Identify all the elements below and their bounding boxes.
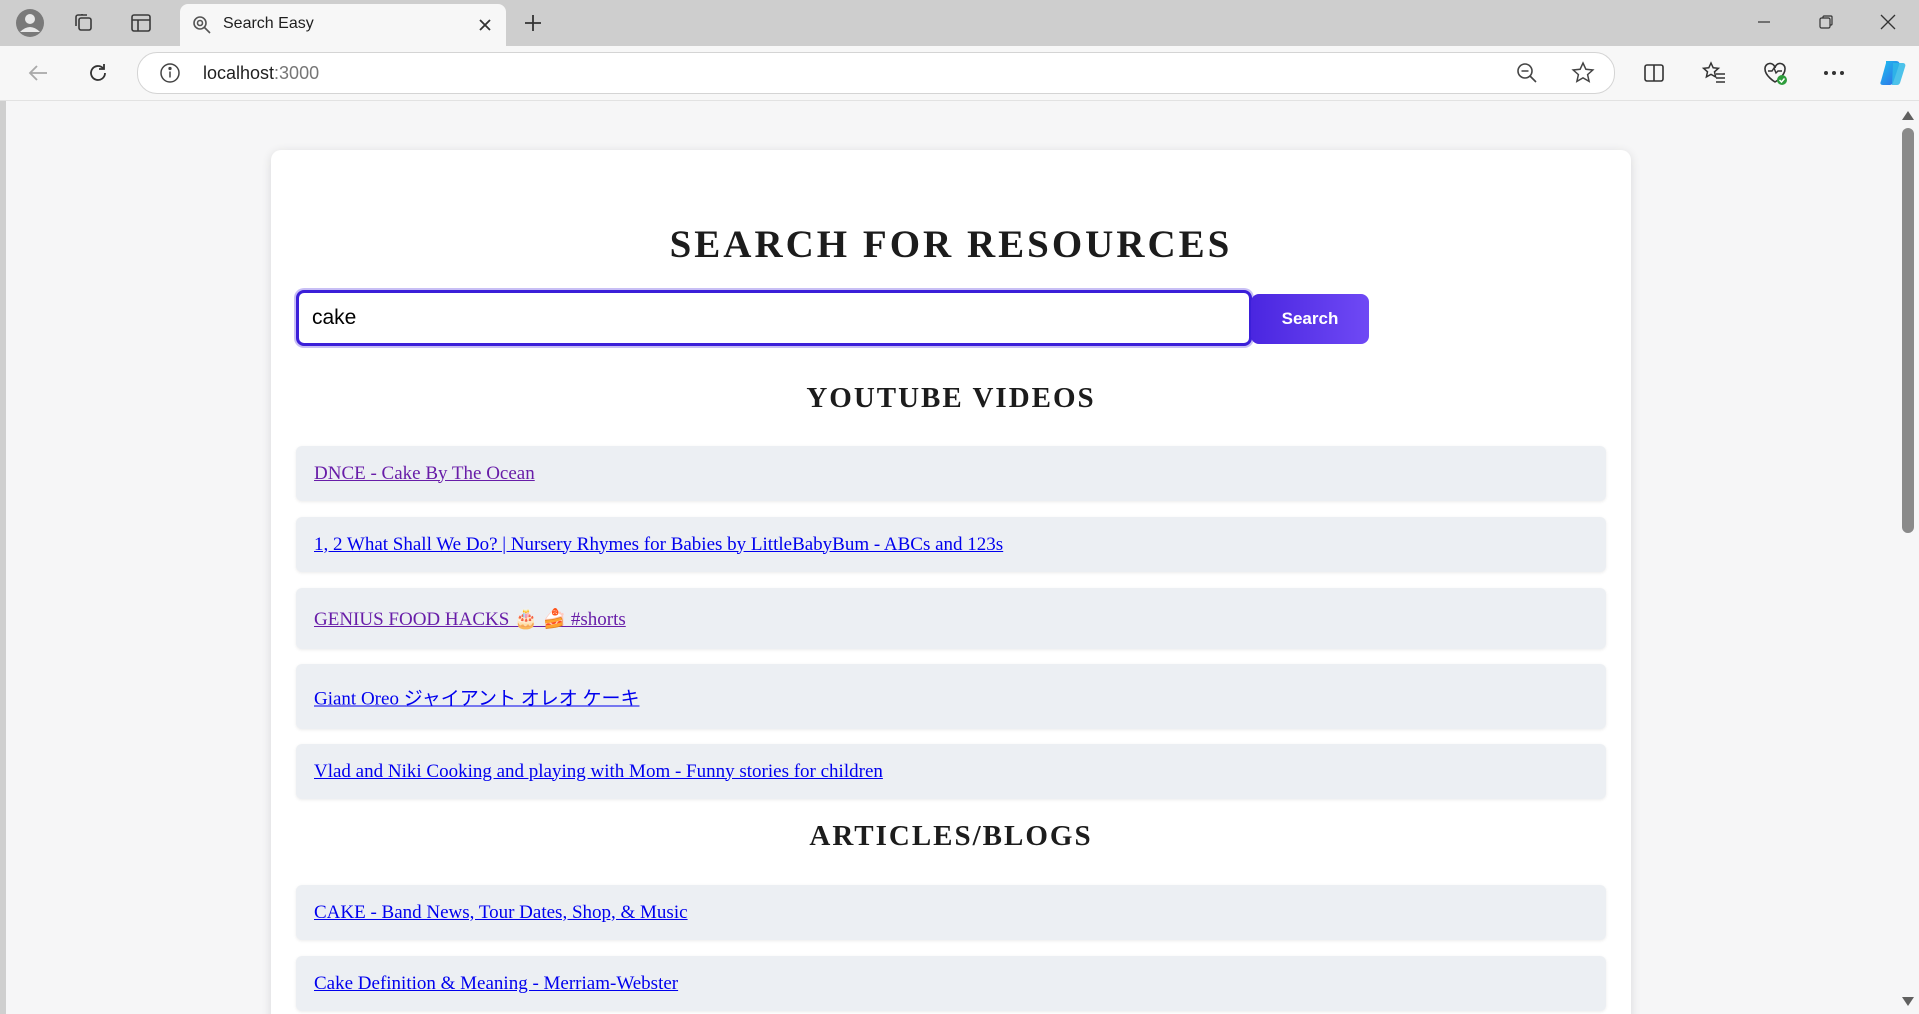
youtube-result-link[interactable]: GENIUS FOOD HACKS 🎂 🍰 #shorts <box>314 607 626 631</box>
youtube-result: GENIUS FOOD HACKS 🎂 🍰 #shorts <box>296 588 1606 649</box>
article-result-link[interactable]: CAKE - Band News, Tour Dates, Shop, & Mu… <box>314 902 688 924</box>
vertical-tabs-icon[interactable] <box>123 6 159 40</box>
scroll-down-arrow-icon[interactable] <box>1902 997 1914 1006</box>
scrollbar-thumb[interactable] <box>1902 128 1914 533</box>
favorites-icon[interactable] <box>1694 54 1734 92</box>
more-icon[interactable] <box>1814 54 1854 92</box>
info-icon[interactable] <box>158 61 182 85</box>
youtube-videos-heading: YOUTUBE VIDEOS <box>806 382 1096 414</box>
search-favicon-icon <box>190 13 214 37</box>
tab-search-easy[interactable]: Search Easy <box>180 4 506 46</box>
minimize-icon[interactable] <box>1733 0 1795 44</box>
copilot-icon[interactable] <box>1873 54 1913 92</box>
youtube-result-link[interactable]: 1, 2 What Shall We Do? | Nursery Rhymes … <box>314 534 1003 556</box>
split-screen-icon[interactable] <box>1634 54 1674 92</box>
zoom-out-icon[interactable] <box>1514 60 1540 86</box>
address-bar[interactable]: localhost:3000 <box>137 52 1615 94</box>
page-title: SEARCH FOR RESOURCES <box>669 223 1233 266</box>
article-result: CAKE - Band News, Tour Dates, Shop, & Mu… <box>296 885 1606 940</box>
youtube-result: Giant Oreo ジャイアント オレオ ケーキ <box>296 664 1606 729</box>
tab-strip: Search Easy <box>0 0 1919 46</box>
vertical-scrollbar[interactable] <box>1897 101 1919 1014</box>
close-icon[interactable] <box>472 12 498 38</box>
workspaces-icon[interactable] <box>66 6 102 40</box>
page-viewport: SEARCH FOR RESOURCES Search YOUTUBE VIDE… <box>6 101 1897 1014</box>
url-port: :3000 <box>274 63 320 83</box>
youtube-result-link[interactable]: Giant Oreo ジャイアント オレオ ケーキ <box>314 683 639 710</box>
search-button[interactable]: Search <box>1251 294 1369 344</box>
search-input[interactable] <box>296 290 1252 346</box>
youtube-result: DNCE - Cake By The Ocean <box>296 446 1606 501</box>
restore-icon[interactable] <box>1795 0 1857 44</box>
search-card: SEARCH FOR RESOURCES Search YOUTUBE VIDE… <box>271 150 1631 1014</box>
star-icon[interactable] <box>1570 60 1596 86</box>
back-arrow-icon[interactable] <box>18 54 58 92</box>
browser-window: Search Easy localhost:3000 SEARCH FOR RE… <box>0 0 1919 1014</box>
youtube-result: Vlad and Niki Cooking and playing with M… <box>296 744 1606 799</box>
url-text: localhost:3000 <box>203 63 319 84</box>
url-host: localhost <box>203 63 275 83</box>
refresh-icon[interactable] <box>78 54 118 92</box>
article-result-link[interactable]: Cake Definition & Meaning - Merriam-Webs… <box>314 973 678 995</box>
plus-icon[interactable] <box>515 6 551 40</box>
article-result: Cake Definition & Meaning - Merriam-Webs… <box>296 956 1606 1011</box>
scroll-up-arrow-icon[interactable] <box>1902 111 1914 120</box>
youtube-result-link[interactable]: Vlad and Niki Cooking and playing with M… <box>314 761 883 783</box>
youtube-result-link[interactable]: DNCE - Cake By The Ocean <box>314 463 535 485</box>
youtube-result: 1, 2 What Shall We Do? | Nursery Rhymes … <box>296 517 1606 572</box>
browser-essentials-icon[interactable] <box>1755 54 1795 92</box>
browser-toolbar: localhost:3000 <box>0 46 1919 101</box>
window-close-icon[interactable] <box>1857 0 1919 44</box>
articles-blogs-heading: ARTICLES/BLOGS <box>809 820 1093 852</box>
profile-icon[interactable] <box>12 6 48 40</box>
tab-title: Search Easy <box>223 15 314 32</box>
